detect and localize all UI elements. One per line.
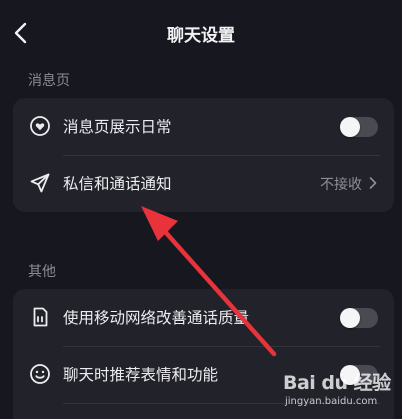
header: 聊天设置 xyxy=(0,0,402,66)
settings-row-mobile-network-calls[interactable]: 使用移动网络改善通话质量 xyxy=(13,289,394,347)
chat-settings-screen: 聊天设置 消息页 消息页展示日常 私信和通话通知 不接收 其他 使用移动网络改善… xyxy=(0,0,402,419)
toggle-knob xyxy=(340,117,360,137)
settings-row-dm-call-notifications[interactable]: 私信和通话通知 不接收 xyxy=(13,155,394,213)
settings-row-show-daily[interactable]: 消息页展示日常 xyxy=(13,98,394,156)
chevron-right-icon xyxy=(369,177,377,189)
toggle-knob xyxy=(340,365,360,385)
toggle-knob xyxy=(340,308,360,328)
settings-row-label: 消息页展示日常 xyxy=(63,118,172,136)
notification-value: 不接收 xyxy=(320,177,362,193)
sim-card-icon xyxy=(33,307,48,327)
settings-row-label: 使用移动网络改善通话质量 xyxy=(63,309,250,327)
section-label-messages: 消息页 xyxy=(28,73,70,89)
messages-settings-card: 消息页展示日常 私信和通话通知 不接收 xyxy=(13,98,394,212)
row-divider xyxy=(63,403,380,404)
send-icon xyxy=(30,173,50,193)
settings-row-recommend-emoji[interactable]: 聊天时推荐表情和功能 xyxy=(13,346,394,404)
section-label-other: 其他 xyxy=(28,264,56,280)
settings-row-label: 私信和通话通知 xyxy=(63,175,172,193)
settings-row-label: 聊天时推荐表情和功能 xyxy=(63,366,219,384)
smiley-icon xyxy=(30,364,50,384)
mobile-network-toggle[interactable] xyxy=(340,308,378,328)
page-title: 聊天设置 xyxy=(167,26,235,46)
show-daily-toggle[interactable] xyxy=(340,117,378,137)
heart-circle-icon xyxy=(30,116,50,136)
other-settings-card: 使用移动网络改善通话质量 聊天时推荐表情和功能 xyxy=(13,289,394,419)
recommend-emoji-toggle[interactable] xyxy=(340,365,378,385)
